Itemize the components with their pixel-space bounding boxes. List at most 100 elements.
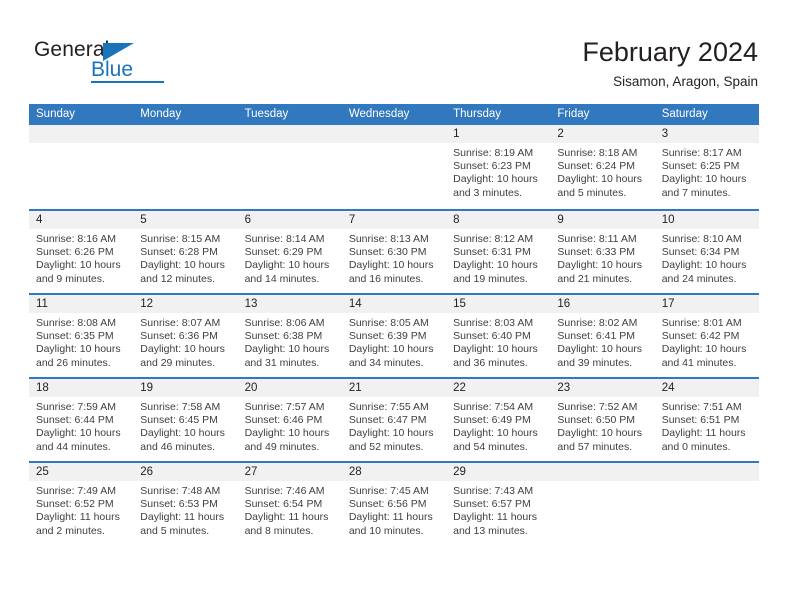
day-info: Sunrise: 8:03 AM Sunset: 6:40 PM Daylight:… bbox=[446, 313, 550, 370]
calendar-day-cell[interactable]: 15 Sunrise: 8:03 AM Sunset: 6:40 PM Dayligh… bbox=[446, 295, 551, 377]
calendar-day-cell[interactable]: 22 Sunrise: 7:54 AM Sunset: 6:49 PM Dayligh… bbox=[446, 379, 551, 461]
sunrise-time: Sunrise: 7:48 AM bbox=[140, 485, 221, 497]
calendar-day-cell[interactable]: 19 Sunrise: 7:58 AM Sunset: 6:45 PM Dayligh… bbox=[133, 379, 238, 461]
daylight-duration-line1: Daylight: 10 hours bbox=[244, 427, 330, 440]
daylight-duration-line2: and 57 minutes. bbox=[557, 440, 633, 453]
sunrise-time: Sunrise: 7:51 AM bbox=[661, 401, 742, 413]
calendar-day-cell[interactable]: 24 Sunrise: 7:51 AM Sunset: 6:51 PM Dayligh… bbox=[654, 379, 759, 461]
calendar-day-cell[interactable]: 13 Sunrise: 8:06 AM Sunset: 6:38 PM Dayligh… bbox=[237, 295, 342, 377]
sunrise-time: Sunrise: 8:01 AM bbox=[661, 317, 742, 329]
day-info: Sunrise: 8:02 AM Sunset: 6:41 PM Daylight:… bbox=[550, 313, 654, 370]
sunrise-time: Sunrise: 7:45 AM bbox=[348, 485, 429, 497]
day-number: 10 bbox=[654, 211, 759, 229]
day-number: 11 bbox=[29, 295, 134, 313]
calendar-week-row: 18 Sunrise: 7:59 AM Sunset: 6:44 PM Dayligh… bbox=[29, 377, 759, 461]
day-number: 5 bbox=[133, 211, 238, 229]
day-info: Sunrise: 8:13 AM Sunset: 6:30 PM Daylight:… bbox=[342, 229, 446, 286]
daylight-duration-line1: Daylight: 10 hours bbox=[557, 173, 643, 186]
calendar-page: General Blue February 2024 Sisamon, Arag… bbox=[0, 0, 792, 612]
day-number: 20 bbox=[237, 379, 342, 397]
sunset-time: Sunset: 6:45 PM bbox=[140, 414, 218, 427]
calendar-day-cell[interactable]: 2 Sunrise: 8:18 AM Sunset: 6:24 PM Daylight… bbox=[550, 125, 655, 209]
calendar-day-cell[interactable]: 27 Sunrise: 7:46 AM Sunset: 6:54 PM Dayligh… bbox=[237, 463, 342, 545]
daylight-duration-line1: Daylight: 10 hours bbox=[557, 427, 643, 440]
day-info bbox=[29, 143, 133, 147]
day-info: Sunrise: 8:08 AM Sunset: 6:35 PM Daylight:… bbox=[29, 313, 133, 370]
calendar-day-cell[interactable]: 28 Sunrise: 7:45 AM Sunset: 6:56 PM Dayligh… bbox=[341, 463, 447, 545]
day-number: 25 bbox=[29, 463, 134, 481]
day-number bbox=[550, 463, 655, 481]
calendar-day-cell[interactable]: 8 Sunrise: 8:12 AM Sunset: 6:31 PM Daylight… bbox=[446, 211, 551, 293]
page-title: February 2024 bbox=[582, 37, 758, 67]
calendar-day-cell[interactable]: 14 Sunrise: 8:05 AM Sunset: 6:39 PM Dayligh… bbox=[341, 295, 447, 377]
calendar-day-cell[interactable]: 3 Sunrise: 8:17 AM Sunset: 6:25 PM Daylight… bbox=[654, 125, 759, 209]
day-info: Sunrise: 8:17 AM Sunset: 6:25 PM Daylight:… bbox=[655, 143, 759, 200]
day-info: Sunrise: 8:19 AM Sunset: 6:23 PM Daylight:… bbox=[446, 143, 550, 200]
calendar-day-cell[interactable]: 17 Sunrise: 8:01 AM Sunset: 6:42 PM Dayligh… bbox=[654, 295, 759, 377]
daylight-duration-line2: and 13 minutes. bbox=[453, 524, 528, 537]
sunrise-time: Sunrise: 8:16 AM bbox=[36, 233, 116, 245]
calendar-day-cell[interactable]: 12 Sunrise: 8:07 AM Sunset: 6:36 PM Dayligh… bbox=[133, 295, 238, 377]
day-number: 9 bbox=[550, 211, 655, 229]
calendar-day-cell[interactable]: 23 Sunrise: 7:52 AM Sunset: 6:50 PM Dayligh… bbox=[550, 379, 655, 461]
day-number: 15 bbox=[446, 295, 551, 313]
daylight-duration-line2: and 3 minutes. bbox=[453, 186, 523, 199]
daylight-duration-line1: Daylight: 10 hours bbox=[348, 343, 434, 356]
calendar-day-cell[interactable]: 1 Sunrise: 8:19 AM Sunset: 6:23 PM Daylight… bbox=[446, 125, 551, 209]
calendar-day-cell[interactable]: 26 Sunrise: 7:48 AM Sunset: 6:53 PM Dayligh… bbox=[133, 463, 238, 545]
day-info bbox=[238, 143, 342, 147]
title-block: February 2024 Sisamon, Aragon, Spain bbox=[582, 36, 758, 92]
calendar-day-cell[interactable]: 5 Sunrise: 8:15 AM Sunset: 6:28 PM Daylight… bbox=[133, 211, 238, 293]
daylight-duration-line1: Daylight: 10 hours bbox=[36, 427, 121, 440]
calendar-day-cell[interactable]: 11 Sunrise: 8:08 AM Sunset: 6:35 PM Dayligh… bbox=[29, 295, 134, 377]
day-info: Sunrise: 8:11 AM Sunset: 6:33 PM Daylight:… bbox=[550, 229, 654, 286]
sunrise-time: Sunrise: 8:08 AM bbox=[36, 317, 116, 329]
daylight-duration-line1: Daylight: 10 hours bbox=[36, 343, 121, 356]
day-number: 4 bbox=[29, 211, 134, 229]
sunset-time: Sunset: 6:41 PM bbox=[557, 330, 636, 343]
daylight-duration-line1: Daylight: 11 hours bbox=[348, 511, 433, 524]
sunset-time: Sunset: 6:40 PM bbox=[453, 330, 531, 343]
sunset-time: Sunset: 6:23 PM bbox=[453, 160, 531, 173]
sunset-time: Sunset: 6:46 PM bbox=[244, 414, 323, 427]
calendar-week-row: 11 Sunrise: 8:08 AM Sunset: 6:35 PM Dayligh… bbox=[29, 293, 759, 377]
daylight-duration-line2: and 19 minutes. bbox=[453, 272, 528, 285]
sunset-time: Sunset: 6:39 PM bbox=[348, 330, 427, 343]
day-info: Sunrise: 8:06 AM Sunset: 6:38 PM Daylight:… bbox=[238, 313, 342, 370]
daylight-duration-line2: and 36 minutes. bbox=[453, 356, 528, 369]
calendar-day-cell[interactable]: 9 Sunrise: 8:11 AM Sunset: 6:33 PM Daylight… bbox=[550, 211, 655, 293]
sunset-time: Sunset: 6:34 PM bbox=[661, 246, 740, 259]
location-subtitle: Sisamon, Aragon, Spain bbox=[613, 74, 758, 89]
day-number: 28 bbox=[341, 463, 447, 481]
calendar-day-cell[interactable]: 4 Sunrise: 8:16 AM Sunset: 6:26 PM Daylight… bbox=[29, 211, 134, 293]
day-number: 3 bbox=[654, 125, 759, 143]
daylight-duration-line1: Daylight: 11 hours bbox=[453, 511, 537, 524]
sunset-time: Sunset: 6:56 PM bbox=[348, 498, 427, 511]
day-number bbox=[654, 463, 759, 481]
calendar-day-cell[interactable]: 18 Sunrise: 7:59 AM Sunset: 6:44 PM Dayligh… bbox=[29, 379, 134, 461]
calendar-day-cell[interactable]: 21 Sunrise: 7:55 AM Sunset: 6:47 PM Dayligh… bbox=[341, 379, 447, 461]
calendar-day-cell[interactable]: 16 Sunrise: 8:02 AM Sunset: 6:41 PM Dayligh… bbox=[550, 295, 655, 377]
day-info: Sunrise: 7:52 AM Sunset: 6:50 PM Daylight:… bbox=[550, 397, 654, 454]
calendar-day-cell[interactable]: 25 Sunrise: 7:49 AM Sunset: 6:52 PM Dayligh… bbox=[29, 463, 134, 545]
calendar-day-cell[interactable]: 20 Sunrise: 7:57 AM Sunset: 6:46 PM Dayligh… bbox=[237, 379, 342, 461]
daylight-duration-line2: and 12 minutes. bbox=[140, 272, 215, 285]
weekday-header-tuesday: Tuesday bbox=[244, 108, 289, 120]
calendar-day-cell[interactable]: 6 Sunrise: 8:14 AM Sunset: 6:29 PM Daylight… bbox=[237, 211, 342, 293]
calendar-day-cell[interactable]: 29 Sunrise: 7:43 AM Sunset: 6:57 PM Dayligh… bbox=[446, 463, 551, 545]
day-number: 21 bbox=[341, 379, 447, 397]
calendar-day-cell[interactable]: 10 Sunrise: 8:10 AM Sunset: 6:34 PM Dayligh… bbox=[654, 211, 759, 293]
day-number: 8 bbox=[446, 211, 551, 229]
sunrise-time: Sunrise: 7:54 AM bbox=[453, 401, 534, 413]
daylight-duration-line1: Daylight: 11 hours bbox=[36, 511, 120, 524]
calendar-day-cell[interactable]: 7 Sunrise: 8:13 AM Sunset: 6:30 PM Daylight… bbox=[341, 211, 447, 293]
daylight-duration-line2: and 52 minutes. bbox=[348, 440, 424, 453]
general-blue-logo[interactable]: General Blue bbox=[34, 38, 164, 84]
sunset-time: Sunset: 6:31 PM bbox=[453, 246, 531, 259]
day-number: 29 bbox=[446, 463, 551, 481]
day-info: Sunrise: 7:43 AM Sunset: 6:57 PM Daylight:… bbox=[446, 481, 550, 538]
sunrise-time: Sunrise: 8:07 AM bbox=[140, 317, 221, 329]
logo-underline bbox=[91, 81, 164, 83]
sunset-time: Sunset: 6:29 PM bbox=[244, 246, 323, 259]
sunset-time: Sunset: 6:53 PM bbox=[140, 498, 218, 511]
